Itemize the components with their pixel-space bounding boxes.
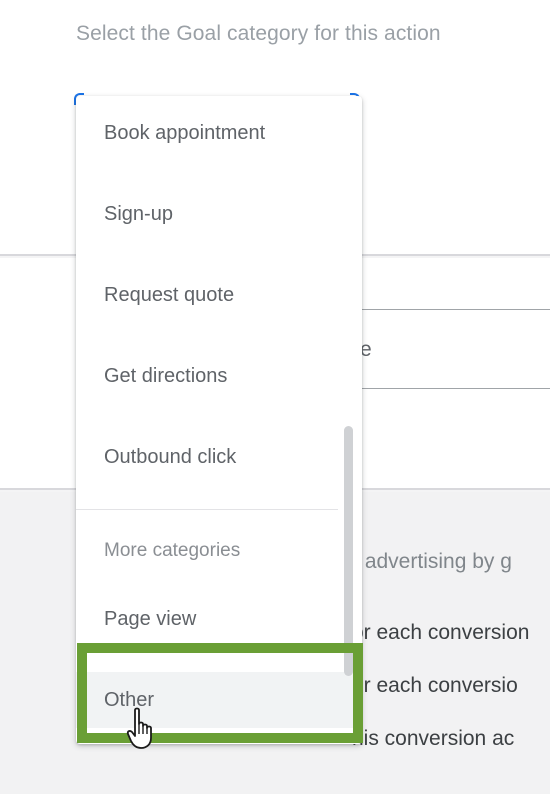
menu-item-outbound-click[interactable]: Outbound click [76, 429, 362, 485]
menu-item-label: Get directions [104, 364, 228, 387]
menu-scrollbar-thumb[interactable] [344, 426, 353, 676]
menu-item-label: Page view [104, 607, 197, 630]
value-option-3-label[interactable]: his conversion ac [352, 727, 514, 751]
menu-item-label: Request quote [104, 283, 235, 306]
conversion-name-input[interactable] [345, 309, 550, 389]
value-option-2-label[interactable]: or each conversio [352, 674, 518, 698]
menu-item-request-quote[interactable]: Request quote [76, 267, 362, 323]
pointer-hand-icon [126, 707, 152, 749]
value-section-description: r advertising by g [352, 550, 512, 573]
menu-item-book-appointment[interactable]: Book appointment [76, 105, 362, 161]
more-categories-label: More categories [104, 540, 241, 561]
menu-item-other[interactable]: Other [76, 672, 362, 728]
menu-item-page-view[interactable]: Page view [76, 591, 362, 647]
conversion-action-settings-page: Select the Goal category for this action… [0, 0, 550, 794]
goal-category-dropdown-menu: Book appointment Sign-up Request quote G… [76, 96, 362, 744]
goal-category-prompt: Select the Goal category for this action [76, 22, 441, 45]
menu-item-get-directions[interactable]: Get directions [76, 348, 362, 404]
menu-item-label: Book appointment [104, 121, 266, 144]
menu-divider [76, 509, 338, 510]
menu-item-label: Outbound click [104, 445, 237, 468]
menu-item-label: Sign-up [104, 202, 173, 225]
value-option-1-label[interactable]: or each conversion [352, 621, 529, 645]
menu-item-sign-up[interactable]: Sign-up [76, 186, 362, 242]
